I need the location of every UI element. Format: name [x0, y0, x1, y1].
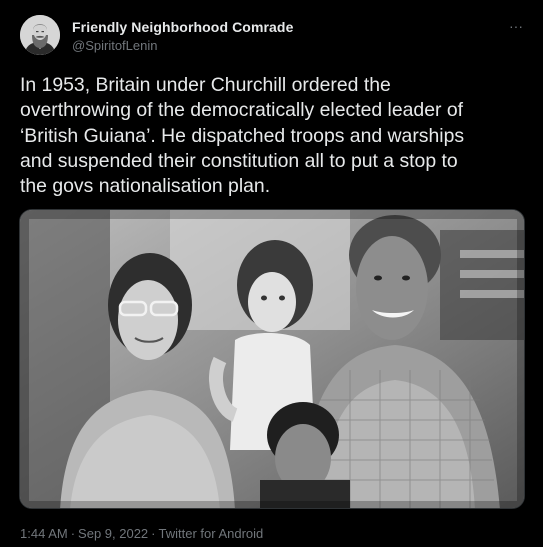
avatar-image — [20, 15, 60, 55]
family-photo-image — [20, 210, 524, 508]
tweet-time[interactable]: 1:44 AM — [20, 526, 68, 541]
meta-separator: · — [70, 526, 76, 541]
tweet-text: In 1953, Britain under Churchill ordered… — [20, 74, 465, 198]
more-options-button[interactable]: ··· — [504, 16, 528, 36]
avatar[interactable] — [20, 15, 60, 55]
tweet-photo[interactable] — [19, 209, 525, 509]
tweet-card: Friendly Neighborhood Comrade @SpiritofL… — [0, 0, 543, 547]
author-display-name[interactable]: Friendly Neighborhood Comrade — [72, 19, 293, 35]
more-horizontal-icon: ··· — [509, 18, 523, 34]
author-handle[interactable]: @SpiritofLenin — [72, 38, 157, 53]
tweet-date[interactable]: Sep 9, 2022 — [78, 526, 148, 541]
meta-separator: · — [151, 526, 156, 541]
tweet-meta: 1:44 AM · Sep 9, 2022 · Twitter for Android — [20, 526, 263, 541]
tweet-source[interactable]: Twitter for Android — [159, 526, 264, 541]
